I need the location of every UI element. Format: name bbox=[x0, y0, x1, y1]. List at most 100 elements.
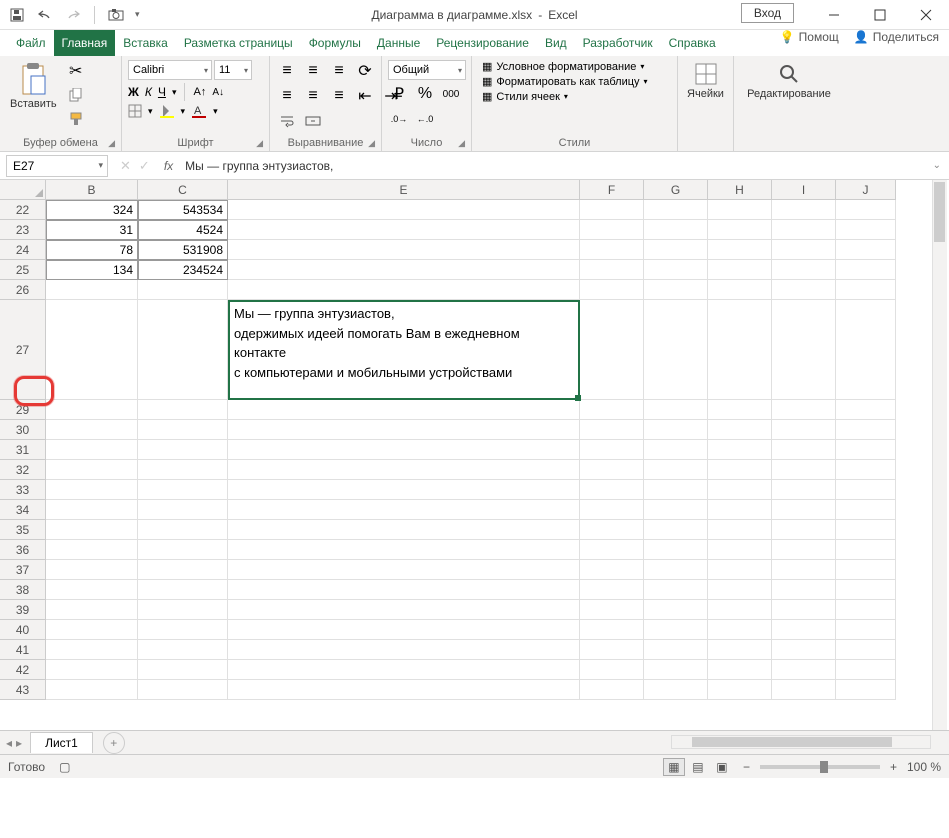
qat-dropdown-icon[interactable]: ▾ bbox=[135, 9, 140, 20]
orientation-icon[interactable]: ⟳ bbox=[354, 60, 376, 82]
cell[interactable] bbox=[228, 500, 580, 520]
cell[interactable] bbox=[138, 500, 228, 520]
cell[interactable] bbox=[836, 620, 896, 640]
normal-view-icon[interactable]: ▦ bbox=[663, 758, 685, 776]
cell[interactable] bbox=[138, 660, 228, 680]
merge-icon[interactable] bbox=[302, 110, 324, 132]
zoom-level[interactable]: 100 % bbox=[907, 760, 941, 774]
cell[interactable] bbox=[644, 580, 708, 600]
cell[interactable] bbox=[228, 400, 580, 420]
cell[interactable] bbox=[772, 420, 836, 440]
name-box[interactable]: E27▾ bbox=[6, 155, 108, 177]
cell[interactable] bbox=[580, 300, 644, 400]
cell[interactable] bbox=[836, 500, 896, 520]
row-header[interactable]: 42 bbox=[0, 660, 46, 680]
borders-icon[interactable] bbox=[128, 104, 142, 118]
cell[interactable] bbox=[580, 580, 644, 600]
cell[interactable] bbox=[836, 440, 896, 460]
align-right-icon[interactable]: ≡ bbox=[328, 85, 350, 107]
cell[interactable] bbox=[836, 480, 896, 500]
cell[interactable] bbox=[580, 260, 644, 280]
cell[interactable]: 531908 bbox=[138, 240, 228, 260]
cell[interactable] bbox=[138, 520, 228, 540]
cell[interactable] bbox=[46, 560, 138, 580]
cell[interactable] bbox=[46, 460, 138, 480]
cell[interactable] bbox=[228, 540, 580, 560]
cell[interactable] bbox=[138, 640, 228, 660]
save-icon[interactable] bbox=[8, 6, 26, 24]
cancel-icon[interactable]: ✕ bbox=[120, 158, 131, 174]
cell[interactable] bbox=[138, 300, 228, 400]
cell[interactable] bbox=[580, 240, 644, 260]
cell[interactable] bbox=[708, 400, 772, 420]
undo-icon[interactable] bbox=[36, 6, 54, 24]
decrease-font-icon[interactable]: A↓ bbox=[212, 87, 224, 98]
formula-input[interactable]: Мы — группа энтузиастов, bbox=[181, 159, 924, 173]
cell[interactable] bbox=[836, 640, 896, 660]
cell[interactable] bbox=[46, 580, 138, 600]
tab-developer[interactable]: Разработчик bbox=[575, 30, 661, 56]
cell[interactable] bbox=[772, 240, 836, 260]
cell[interactable] bbox=[708, 540, 772, 560]
cell[interactable] bbox=[836, 300, 896, 400]
cell[interactable] bbox=[708, 560, 772, 580]
cell[interactable] bbox=[708, 620, 772, 640]
cell[interactable] bbox=[580, 520, 644, 540]
cell[interactable]: 134 bbox=[46, 260, 138, 280]
cell[interactable] bbox=[644, 600, 708, 620]
percent-icon[interactable]: % bbox=[414, 83, 436, 105]
worksheet-grid[interactable]: BCEFGHIJ 2232454353423314524247853190825… bbox=[0, 180, 949, 730]
cell[interactable] bbox=[772, 540, 836, 560]
cell[interactable] bbox=[138, 400, 228, 420]
row-header[interactable]: 26 bbox=[0, 280, 46, 300]
cell[interactable] bbox=[836, 660, 896, 680]
cell[interactable] bbox=[138, 460, 228, 480]
wrap-text-icon[interactable] bbox=[276, 110, 298, 132]
camera-icon[interactable] bbox=[107, 6, 125, 24]
cell[interactable] bbox=[644, 260, 708, 280]
font-family-combo[interactable]: Calibri▾ bbox=[128, 60, 212, 80]
paste-button[interactable]: Вставить bbox=[6, 60, 61, 112]
number-format-combo[interactable]: Общий▾ bbox=[388, 60, 466, 80]
cell[interactable] bbox=[580, 220, 644, 240]
row-header[interactable]: 40 bbox=[0, 620, 46, 640]
cell[interactable] bbox=[46, 300, 138, 400]
cell[interactable] bbox=[228, 420, 580, 440]
dialog-launcher-icon[interactable]: ◢ bbox=[256, 138, 263, 149]
cell[interactable] bbox=[644, 280, 708, 300]
cell[interactable] bbox=[708, 600, 772, 620]
row-header[interactable]: 41 bbox=[0, 640, 46, 660]
cell[interactable] bbox=[836, 680, 896, 700]
cell[interactable] bbox=[708, 460, 772, 480]
cell[interactable] bbox=[836, 420, 896, 440]
cell[interactable] bbox=[580, 460, 644, 480]
row-header[interactable]: 34 bbox=[0, 500, 46, 520]
cell[interactable] bbox=[580, 640, 644, 660]
cell[interactable] bbox=[708, 240, 772, 260]
cell[interactable] bbox=[580, 560, 644, 580]
select-all-corner[interactable] bbox=[0, 180, 46, 200]
format-as-table-button[interactable]: ▦Форматировать как таблицу▾ bbox=[478, 75, 652, 88]
cell[interactable] bbox=[644, 240, 708, 260]
align-bottom-icon[interactable]: ≡ bbox=[328, 60, 350, 82]
cell[interactable] bbox=[772, 500, 836, 520]
cell[interactable] bbox=[836, 540, 896, 560]
cell[interactable] bbox=[772, 660, 836, 680]
cell[interactable] bbox=[46, 480, 138, 500]
row-header[interactable]: 38 bbox=[0, 580, 46, 600]
cut-icon[interactable]: ✂ bbox=[65, 60, 87, 82]
column-header[interactable]: B bbox=[46, 180, 138, 200]
cell-styles-button[interactable]: ▦Стили ячеек▾ bbox=[478, 90, 652, 103]
cell[interactable] bbox=[46, 660, 138, 680]
align-middle-icon[interactable]: ≡ bbox=[302, 60, 324, 82]
tab-file[interactable]: Файл bbox=[8, 30, 54, 56]
cell[interactable] bbox=[644, 540, 708, 560]
cell[interactable] bbox=[772, 580, 836, 600]
tab-view[interactable]: Вид bbox=[537, 30, 575, 56]
cell[interactable] bbox=[708, 220, 772, 240]
cell[interactable] bbox=[836, 600, 896, 620]
cell[interactable] bbox=[138, 580, 228, 600]
row-header[interactable]: 39 bbox=[0, 600, 46, 620]
cell[interactable]: 4524 bbox=[138, 220, 228, 240]
cell[interactable] bbox=[836, 460, 896, 480]
